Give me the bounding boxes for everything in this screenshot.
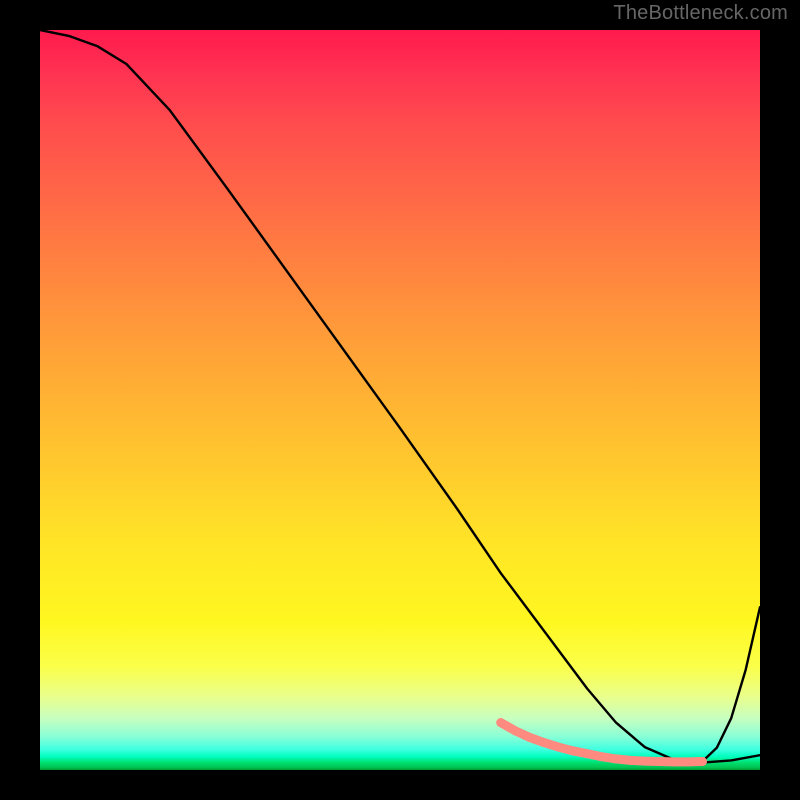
right-tail-curve — [702, 607, 760, 761]
optimal-band-markers — [496, 718, 707, 766]
bottleneck-curve — [40, 30, 760, 763]
attribution-text: TheBottleneck.com — [613, 2, 788, 25]
plot-area — [40, 30, 760, 770]
chart-svg — [40, 30, 760, 770]
chart-root: TheBottleneck.com — [0, 0, 800, 800]
